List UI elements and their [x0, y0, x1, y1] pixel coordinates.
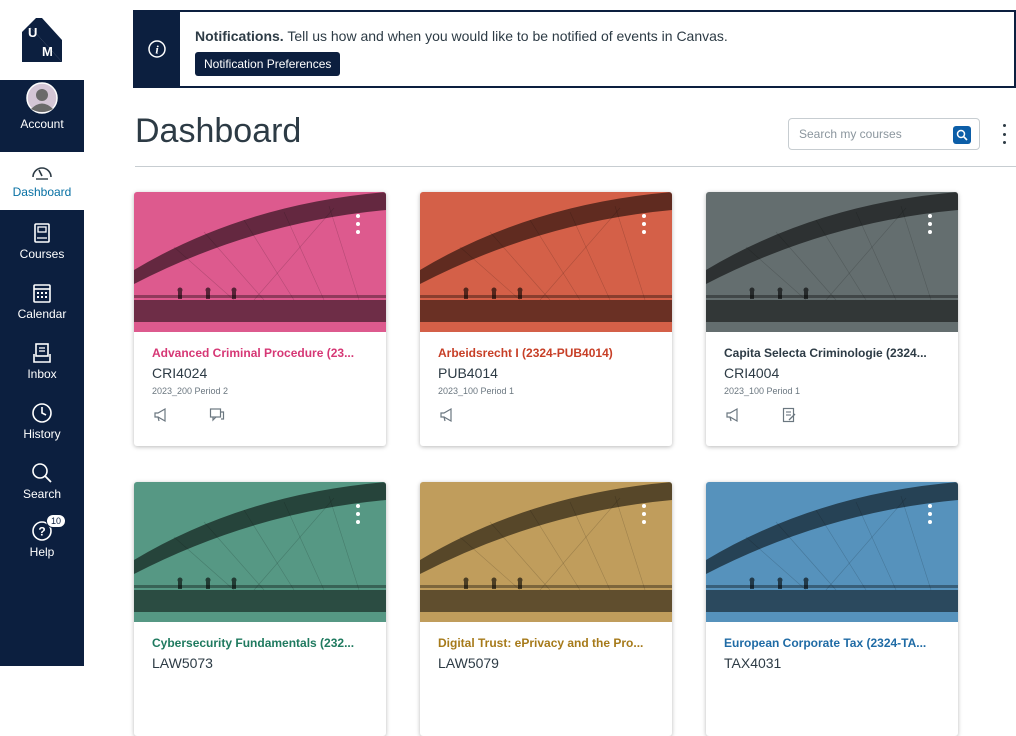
logo-letter-m: M [42, 44, 53, 59]
course-card-image[interactable] [134, 482, 386, 622]
svg-text:?: ? [38, 525, 45, 539]
course-name-link[interactable]: Advanced Criminal Procedure (23... [152, 346, 374, 360]
course-card-options-button[interactable] [356, 504, 360, 524]
nav-item-history[interactable]: History [0, 394, 84, 454]
course-code: LAW5079 [438, 655, 499, 671]
search-icon [956, 129, 968, 141]
course-term: 2023_100 Period 1 [438, 386, 515, 396]
global-nav: U M Account Dashboard Courses Calendar I… [0, 0, 84, 666]
info-icon: i [147, 40, 166, 58]
nav-label: Inbox [27, 367, 57, 381]
nav-item-inbox[interactable]: Inbox [0, 334, 84, 394]
announcements-icon[interactable] [724, 406, 742, 424]
banner-body: Tell us how and when you would like to b… [287, 28, 728, 44]
course-term: 2023_100 Period 1 [724, 386, 801, 396]
speedometer-icon [31, 152, 53, 182]
nav-item-search[interactable]: Search [0, 454, 84, 514]
course-card-options-button[interactable] [642, 504, 646, 524]
course-term: 2023_200 Period 2 [152, 386, 229, 396]
book-icon [33, 214, 51, 244]
course-code: LAW5073 [152, 655, 213, 671]
course-card-options-button[interactable] [928, 504, 932, 524]
banner-title: Notifications. [195, 28, 284, 44]
help-badge: 10 [46, 514, 67, 528]
search-icon [31, 454, 53, 484]
logo-icon: U M [22, 18, 62, 62]
calendar-icon [32, 274, 52, 304]
course-card-image[interactable] [134, 192, 386, 332]
course-name-link[interactable]: European Corporate Tax (2324-TA... [724, 636, 946, 650]
notification-preferences-button[interactable]: Notification Preferences [195, 52, 341, 76]
notification-banner: i Notifications. Tell us how and when yo… [133, 10, 1016, 88]
course-card-options-button[interactable] [642, 214, 646, 234]
course-card-actions [438, 406, 456, 424]
course-card-image[interactable] [420, 192, 672, 332]
course-name-link[interactable]: Cybersecurity Fundamentals (232... [152, 636, 374, 650]
page-title: Dashboard [135, 112, 302, 150]
assignments-icon[interactable] [780, 406, 798, 424]
course-card[interactable]: Capita Selecta Criminologie (2324... CRI… [706, 192, 958, 446]
course-card-image[interactable] [706, 192, 958, 332]
search-input[interactable] [799, 125, 939, 143]
search-button[interactable] [953, 126, 971, 144]
course-code: CRI4004 [724, 365, 780, 381]
nav-item-help[interactable]: ? 10 Help [0, 512, 84, 572]
course-card[interactable]: Cybersecurity Fundamentals (232... LAW50… [134, 482, 386, 736]
nav-label: Calendar [17, 307, 67, 321]
course-card-image[interactable] [706, 482, 958, 622]
nav-label: History [23, 427, 61, 441]
course-code: PUB4014 [438, 365, 498, 381]
nav-label: Search [22, 487, 62, 501]
course-name-link[interactable]: Capita Selecta Criminologie (2324... [724, 346, 946, 360]
header-divider [135, 166, 1016, 167]
course-card[interactable]: Digital Trust: ePrivacy and the Pro... L… [420, 482, 672, 736]
course-card-actions [152, 406, 226, 424]
inbox-icon [32, 334, 52, 364]
course-card-image[interactable] [420, 482, 672, 622]
logo-letter-u: U [28, 25, 37, 40]
search-box [788, 118, 980, 150]
nav-label: Dashboard [12, 185, 72, 199]
dashboard-options-button[interactable] [998, 122, 1010, 146]
announcements-icon[interactable] [438, 406, 456, 424]
course-card[interactable]: European Corporate Tax (2324-TA... TAX40… [706, 482, 958, 736]
nav-item-account[interactable]: Account [0, 82, 84, 144]
nav-label: Account [20, 117, 64, 131]
course-code: CRI4024 [152, 365, 208, 381]
course-card-options-button[interactable] [928, 214, 932, 234]
discussions-icon[interactable] [208, 406, 226, 424]
avatar-icon [26, 82, 58, 114]
course-card[interactable]: Advanced Criminal Procedure (23... CRI40… [134, 192, 386, 446]
course-name-link[interactable]: Digital Trust: ePrivacy and the Pro... [438, 636, 660, 650]
course-card-options-button[interactable] [356, 214, 360, 234]
course-name-link[interactable]: Arbeidsrecht I (2324-PUB4014) [438, 346, 660, 360]
nav-item-dashboard[interactable]: Dashboard [0, 152, 84, 210]
nav-label: Help [29, 545, 55, 559]
announcements-icon[interactable] [152, 406, 170, 424]
nav-label: Courses [19, 247, 65, 261]
banner-message: Notifications. Tell us how and when you … [195, 28, 728, 44]
nav-item-courses[interactable]: Courses [0, 214, 84, 274]
nav-item-calendar[interactable]: Calendar [0, 274, 84, 334]
svg-text:i: i [155, 43, 159, 57]
university-logo[interactable]: U M [0, 0, 84, 80]
course-card[interactable]: Arbeidsrecht I (2324-PUB4014) PUB4014 20… [420, 192, 672, 446]
clock-icon [31, 394, 53, 424]
course-card-actions [724, 406, 798, 424]
banner-stripe: i [133, 10, 180, 88]
course-code: TAX4031 [724, 655, 782, 671]
